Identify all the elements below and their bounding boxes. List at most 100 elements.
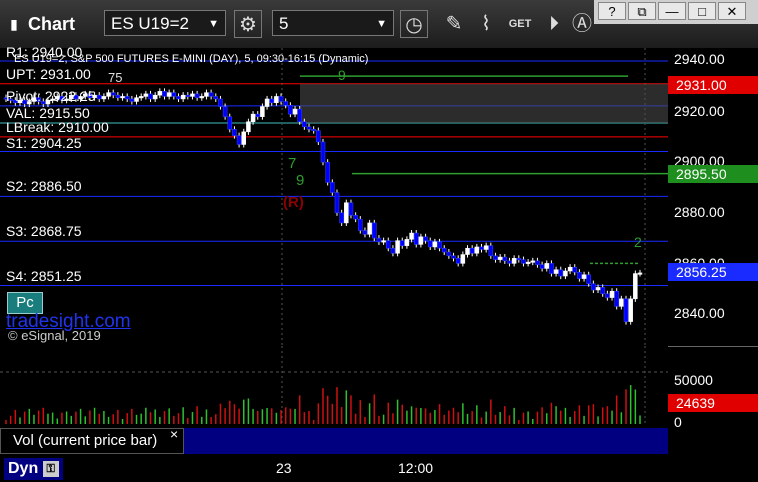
candle-body: [241, 131, 246, 145]
next-icon[interactable]: ⏵: [540, 10, 568, 38]
candle-body: [437, 241, 442, 249]
pencil-icon[interactable]: ✎: [440, 10, 468, 38]
close-icon[interactable]: ×: [170, 426, 178, 442]
interval-value: 5: [279, 14, 289, 33]
candle-body: [549, 263, 554, 274]
candle-body: [134, 97, 139, 102]
candle-body: [348, 202, 354, 216]
candle-body: [516, 258, 522, 261]
candle-body: [120, 96, 125, 99]
candle-body: [376, 237, 382, 243]
close-button[interactable]: ✕: [718, 2, 746, 20]
candle-body: [372, 222, 377, 239]
candle-body: [320, 141, 326, 163]
candle-body: [264, 98, 270, 107]
candle-body: [143, 93, 149, 97]
candle-body: [600, 287, 605, 295]
symbol-combo[interactable]: ES U19=2 ▼: [104, 10, 226, 36]
candle-body: [409, 232, 414, 240]
candle-body: [451, 255, 456, 259]
candle-body: [278, 96, 284, 102]
candle-body: [190, 93, 195, 97]
candle-body: [194, 93, 200, 98]
candle-body: [413, 232, 419, 245]
candle-body: [330, 182, 335, 193]
candle-body: [553, 269, 559, 274]
marker-r: (R): [283, 194, 304, 211]
candle-body: [138, 96, 144, 99]
candle-body: [511, 258, 517, 264]
price-chart[interactable]: [0, 48, 668, 346]
get-icon[interactable]: GET: [506, 10, 534, 38]
candle-body: [572, 266, 577, 273]
volume-study-label[interactable]: Vol (current price bar): [0, 428, 184, 454]
candle-body: [250, 113, 256, 122]
candle-body: [591, 283, 596, 291]
candle-body: [162, 91, 167, 97]
candle-body: [474, 246, 480, 254]
vol-tick-label: 0: [674, 414, 682, 430]
candle-body: [171, 92, 177, 97]
minimize-button[interactable]: —: [658, 2, 686, 20]
candle-body: [530, 260, 536, 263]
candle-body: [455, 258, 461, 264]
pane-divider: [668, 346, 758, 347]
chart-icon: ▮: [10, 16, 18, 32]
pivot-label: Pivot: 2922.25: [6, 88, 96, 104]
volume-chart[interactable]: [0, 346, 668, 426]
last-price-flag: 2856.25: [668, 263, 758, 281]
chevron-down-icon: ▼: [376, 18, 387, 30]
dyn-button[interactable]: Dyn ⚿: [4, 458, 63, 480]
candle-body: [288, 105, 293, 115]
candle-body: [269, 98, 274, 103]
study-icon[interactable]: ⌇: [472, 10, 500, 38]
candle-body: [493, 255, 498, 260]
upt-label: UPT: 2931.00: [6, 66, 91, 82]
restore-button[interactable]: ⧉: [628, 2, 656, 20]
clock-icon[interactable]: ◷: [400, 10, 428, 38]
candle-body: [157, 91, 163, 96]
marker-9: 9: [338, 67, 346, 83]
candle-body: [185, 94, 191, 97]
candle-body: [274, 96, 279, 103]
time-axis[interactable]: Dyn ⚿ 23 12:00: [0, 456, 758, 482]
candle-body: [358, 218, 363, 231]
value-area-band: [300, 83, 668, 123]
candle-body: [166, 92, 172, 97]
candle-body: [386, 240, 391, 249]
candle-body: [637, 272, 643, 275]
alert-icon[interactable]: Ⓐ: [568, 10, 596, 38]
candle-body: [567, 266, 573, 272]
candle-body: [124, 96, 130, 100]
maximize-button[interactable]: □: [688, 2, 716, 20]
candle-body: [199, 96, 205, 99]
candle-body: [497, 256, 503, 260]
tick-label: 2940.00: [674, 51, 725, 67]
interval-combo[interactable]: 5 ▼: [272, 10, 394, 36]
green-price-flag: 2895.50: [668, 165, 758, 183]
candle-body: [334, 192, 340, 214]
s4-label: S4: 2851.25: [6, 268, 82, 284]
candle-body: [316, 130, 321, 143]
candle-body: [325, 161, 330, 183]
settings-icon[interactable]: ⚙: [234, 10, 262, 38]
candle-body: [507, 260, 512, 264]
copyright: © eSignal, 2019: [8, 328, 101, 343]
candle-body: [152, 94, 158, 100]
candle-body: [115, 94, 121, 98]
vol-tick-label: 50000: [674, 372, 713, 388]
symbol-value: ES U19=2: [111, 14, 189, 33]
candle-body: [232, 129, 237, 136]
candle-body: [619, 298, 624, 307]
price-axis[interactable]: 2940.00 2920.00 2900.00 2880.00 2860.00 …: [668, 48, 758, 430]
candle-body: [479, 246, 484, 250]
candle-body: [539, 264, 545, 269]
tick-label: 2840.00: [674, 305, 725, 321]
candle-body: [633, 273, 638, 300]
toolbar: ▮ Chart ES U19=2 ▼ ⚙ 5 ▼ ◷ ✎ ⌇ GET ⏵ Ⓐ ?…: [0, 0, 758, 48]
candle-body: [395, 240, 400, 254]
candle-body: [418, 236, 424, 245]
dyn-label: Dyn: [8, 460, 39, 477]
help-button[interactable]: ?: [598, 2, 626, 20]
candle-body: [502, 256, 508, 262]
